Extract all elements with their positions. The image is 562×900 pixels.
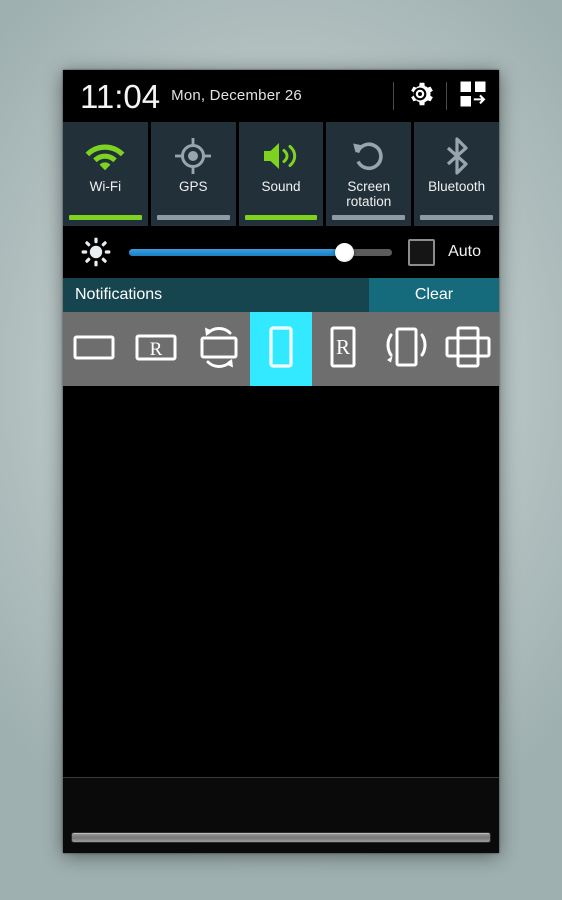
orientation-landscape-reverse[interactable]: R [125,312,187,386]
toggle-screen-rotation[interactable]: Screen rotation [326,122,412,226]
date-label: Mon, December 26 [171,87,302,104]
toggle-gps-label: GPS [178,179,208,194]
toggle-sound-label: Sound [261,179,301,194]
orientation-auto-rotate[interactable] [437,312,499,386]
brightness-row: Auto [63,226,499,278]
toggle-bluetooth[interactable]: Bluetooth [414,122,499,226]
clear-button[interactable]: Clear [369,278,499,312]
notifications-header: Notifications Clear [63,278,499,312]
notifications-title: Notifications [63,278,369,312]
svg-text:R: R [150,339,163,360]
toggle-bluetooth-label: Bluetooth [428,179,486,194]
orientation-strip: R R [63,312,499,386]
landscape-reverse-r-icon: R [134,330,178,369]
panel-drag-handle[interactable] [71,832,491,843]
portrait-reverse-r-icon: R [326,323,360,376]
orientation-portrait[interactable] [249,312,313,386]
portrait-shake-icon [380,323,432,376]
toggle-screen-rotation-state-bar [332,215,406,220]
portrait-icon [264,323,298,376]
toggle-gps[interactable]: GPS [150,122,236,226]
orientation-portrait-shake[interactable] [374,312,436,386]
toggle-sound[interactable]: Sound [238,122,324,226]
grid-toggle-icon [458,79,488,114]
sound-icon [260,134,302,178]
toggle-gps-state-bar [156,215,230,220]
brightness-slider-track[interactable] [129,242,393,262]
brightness-sun-icon [81,237,111,267]
clock: 11:04 [80,77,161,115]
toggle-wifi[interactable]: Wi-Fi [63,122,148,226]
auto-rotate-icon [443,323,493,376]
panel-footer [63,777,499,853]
toggle-wifi-label: Wi-Fi [89,179,122,194]
settings-button[interactable] [394,70,446,122]
landscape-icon [72,330,116,369]
toggle-screen-rotation-label: Screen rotation [346,179,392,209]
orientation-landscape-rotate[interactable] [188,312,250,386]
gps-icon [173,134,213,178]
notification-panel: 11:04 Mon, December 26 Wi-Fi GPS Sound S… [63,70,499,853]
auto-brightness-label: Auto [448,243,481,260]
orientation-landscape[interactable] [63,312,125,386]
status-bar-actions [393,70,499,122]
quick-panel-button[interactable] [447,70,499,122]
brightness-slider-fill [129,248,345,256]
landscape-rotate-icon [197,323,241,376]
svg-text:R: R [336,335,350,359]
screen-rotation-icon [350,134,388,178]
orientation-portrait-reverse[interactable]: R [312,312,374,386]
status-bar: 11:04 Mon, December 26 [63,70,499,122]
bluetooth-icon [440,134,474,178]
quick-settings-row: Wi-Fi GPS Sound Screen rotation Bluetoot… [63,122,499,226]
toggle-sound-state-bar [244,215,318,220]
brightness-slider-thumb[interactable] [335,242,355,262]
brightness-slider[interactable] [129,241,393,263]
auto-brightness-checkbox[interactable] [408,238,436,266]
gear-icon [405,79,435,114]
toggle-bluetooth-state-bar [420,215,493,220]
toggle-wifi-state-bar [69,215,142,220]
notification-list [63,386,499,777]
wifi-icon [84,134,126,178]
